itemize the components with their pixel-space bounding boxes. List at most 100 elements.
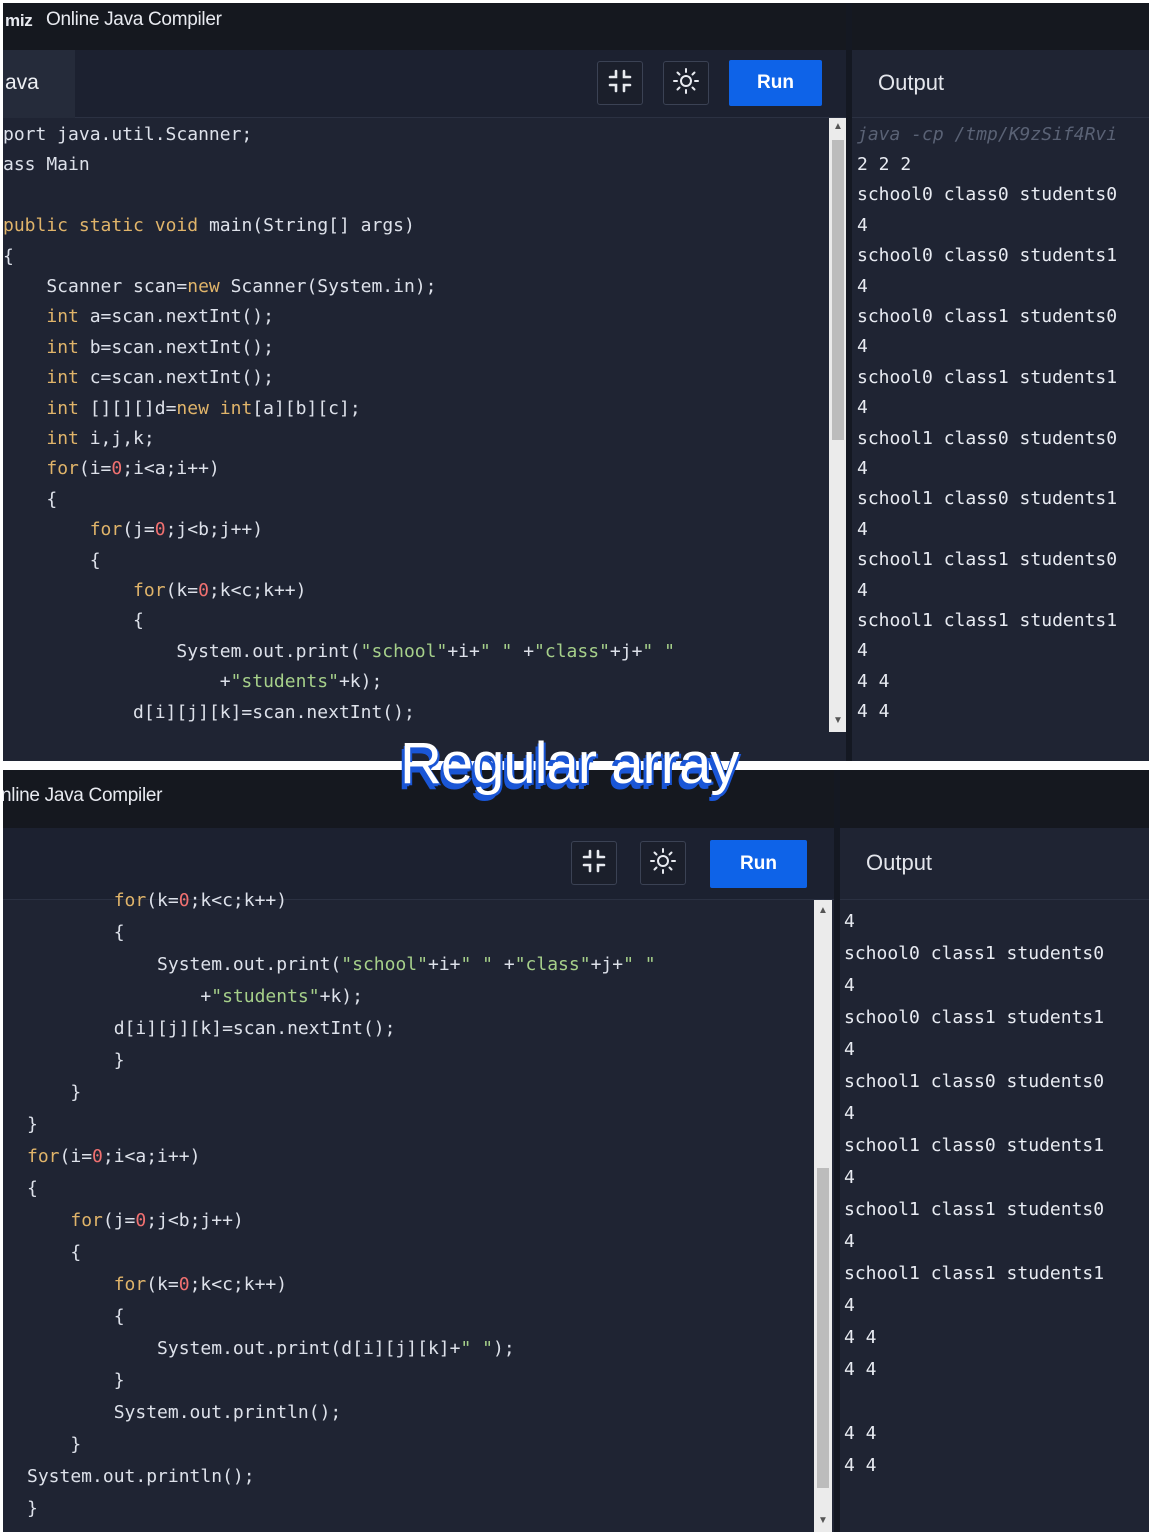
code-line: { (27, 1178, 38, 1199)
theme-toggle-button[interactable] (663, 61, 709, 105)
output-line: 4 4 (844, 1423, 877, 1444)
editor-scrollbar[interactable]: ▲ ▼ (814, 900, 832, 1532)
code-line: d[i][j][k]=scan.nextInt(); (27, 1018, 396, 1039)
output-line: 4 (844, 975, 855, 996)
code-line: System.out.print("school"+i+" " +"class"… (27, 954, 656, 975)
code-line: for(i=0;i<a;i++) (27, 1146, 201, 1167)
output-line: 4 4 (857, 670, 890, 692)
scroll-down-icon[interactable]: ▼ (829, 714, 847, 728)
output-line: 4 (857, 397, 868, 419)
fullscreen-exit-icon (607, 68, 633, 99)
output-console: java -cp /tmp/K9zSif4Rvi 2 2 2 school0 cla… (857, 118, 1149, 758)
output-line: 4 (857, 579, 868, 601)
app-logo: miz (5, 11, 33, 30)
output-line: school0 class1 students0 (844, 943, 1105, 964)
output-line: 4 (857, 518, 868, 540)
code-line: +"students"+k); (3, 671, 383, 693)
output-line: 4 (844, 911, 855, 932)
fullscreen-exit-button[interactable] (597, 61, 643, 105)
scroll-up-icon[interactable]: ▲ (814, 904, 832, 918)
scroll-up-icon[interactable]: ▲ (829, 120, 847, 134)
code-line: System.out.print(d[i][j][k]+" "); (27, 1338, 515, 1359)
output-line: school1 class1 students0 (857, 549, 1118, 571)
code-line: } (27, 1082, 82, 1103)
app-title: Online Java Compiler (46, 9, 222, 30)
code-line: for(k=0;k<c;k++) (113, 890, 288, 911)
code-line: System.out.println(); (27, 1402, 342, 1423)
output-line: school1 class0 students1 (857, 488, 1118, 510)
scroll-down-icon[interactable]: ▼ (814, 1514, 832, 1528)
code-line: } (27, 1370, 125, 1391)
code-line: { (27, 922, 125, 943)
code-line: public static void main(String[] args) (3, 215, 415, 237)
output-line: school1 class1 students1 (857, 610, 1118, 631)
code-line: { (3, 245, 14, 267)
output-line: 4 4 (857, 701, 890, 723)
code-line: { (3, 488, 58, 510)
output-line: school0 class0 students1 (857, 245, 1118, 267)
code-line: } (27, 1114, 38, 1135)
app-title: nline Java Compiler (3, 785, 163, 806)
top-compiler-window: miz Online Java Compiler ava Run port ja… (3, 3, 1149, 761)
overlay-caption: Regular array (400, 731, 739, 796)
scrollbar-thumb[interactable] (817, 1168, 829, 1488)
output-line: 4 (857, 336, 868, 358)
output-line: school1 class0 students0 (857, 427, 1118, 449)
code-line: d[i][j][k]=scan.nextInt(); (3, 701, 415, 723)
code-line: System.out.print("school"+i+" " +"class"… (3, 640, 675, 662)
bottom-compiler-window: nline Java Compiler Run for(k=0;k<c;k++)… (3, 770, 1149, 1532)
output-line: 2 2 2 (857, 154, 912, 175)
output-line: school0 class1 students1 (844, 1007, 1105, 1028)
code-line: int c=scan.nextInt(); (46, 367, 274, 389)
editor-toolbar: ava Run (3, 50, 846, 118)
output-line: 4 (857, 458, 868, 479)
output-line: school1 class0 students1 (844, 1135, 1105, 1156)
theme-sun-icon (672, 67, 700, 100)
code-line: for(i=0;i<a;i++) (46, 458, 220, 480)
output-command: java -cp /tmp/K9zSif4Rvi (857, 124, 1118, 145)
code-line: int a=scan.nextInt(); (46, 306, 274, 328)
code-line: Scanner scan=new Scanner(System.in); (3, 276, 437, 297)
scrollbar-thumb[interactable] (832, 140, 844, 440)
code-line: for(k=0;k<c;k++) (133, 580, 307, 601)
code-line: +"students"+k); (27, 986, 363, 1007)
output-line: 4 (857, 640, 868, 662)
code-line: { (27, 1242, 82, 1263)
code-line: for(k=0;k<c;k++) (113, 1274, 288, 1295)
code-editor[interactable]: port java.util.Scanner; ass Main public st… (3, 118, 825, 758)
code-line: int i,j,k; (46, 428, 155, 449)
editor-scrollbar[interactable]: ▲ ▼ (829, 118, 847, 732)
code-line: { (3, 549, 101, 571)
output-line: school0 class0 students0 (857, 184, 1118, 206)
run-button[interactable]: Run (729, 60, 822, 106)
output-line: 4 (844, 1103, 855, 1124)
theme-toggle-button[interactable] (640, 841, 686, 885)
output-console: 4 school0 class1 students0 4 school0 class1… (844, 900, 1149, 1532)
file-tab[interactable]: ava (3, 50, 75, 118)
output-line: school1 class1 students1 (844, 1263, 1105, 1284)
output-line: 4 (844, 1295, 855, 1316)
output-line: 4 4 (844, 1455, 877, 1476)
code-line: System.out.println(); (27, 1466, 255, 1487)
code-line: for(j=0;j<b;j++) (89, 519, 264, 541)
output-line: 4 (844, 1167, 855, 1188)
code-line: } (27, 1498, 38, 1519)
fullscreen-exit-button[interactable] (571, 841, 617, 885)
run-button[interactable]: Run (710, 840, 807, 888)
output-header: Output (840, 828, 1149, 900)
code-line: int b=scan.nextInt(); (46, 336, 274, 358)
title-bar: miz Online Java Compiler (3, 3, 1149, 50)
code-line: } (27, 1050, 125, 1071)
output-label: Output (878, 70, 945, 95)
output-line: 4 (844, 1231, 855, 1252)
code-line: { (27, 1306, 125, 1327)
code-line: for(j=0;j<b;j++) (70, 1210, 244, 1231)
output-line: school1 class0 students0 (844, 1071, 1105, 1092)
output-line: 4 4 (844, 1327, 877, 1348)
output-header: Output (852, 50, 1149, 118)
output-line: 4 (844, 1039, 855, 1060)
output-line: school0 class1 students1 (857, 366, 1118, 388)
code-line: { (3, 610, 144, 632)
code-line: ass Main (3, 154, 90, 176)
code-editor[interactable]: for(k=0;k<c;k++) { System.out.print("sch… (3, 890, 811, 1532)
